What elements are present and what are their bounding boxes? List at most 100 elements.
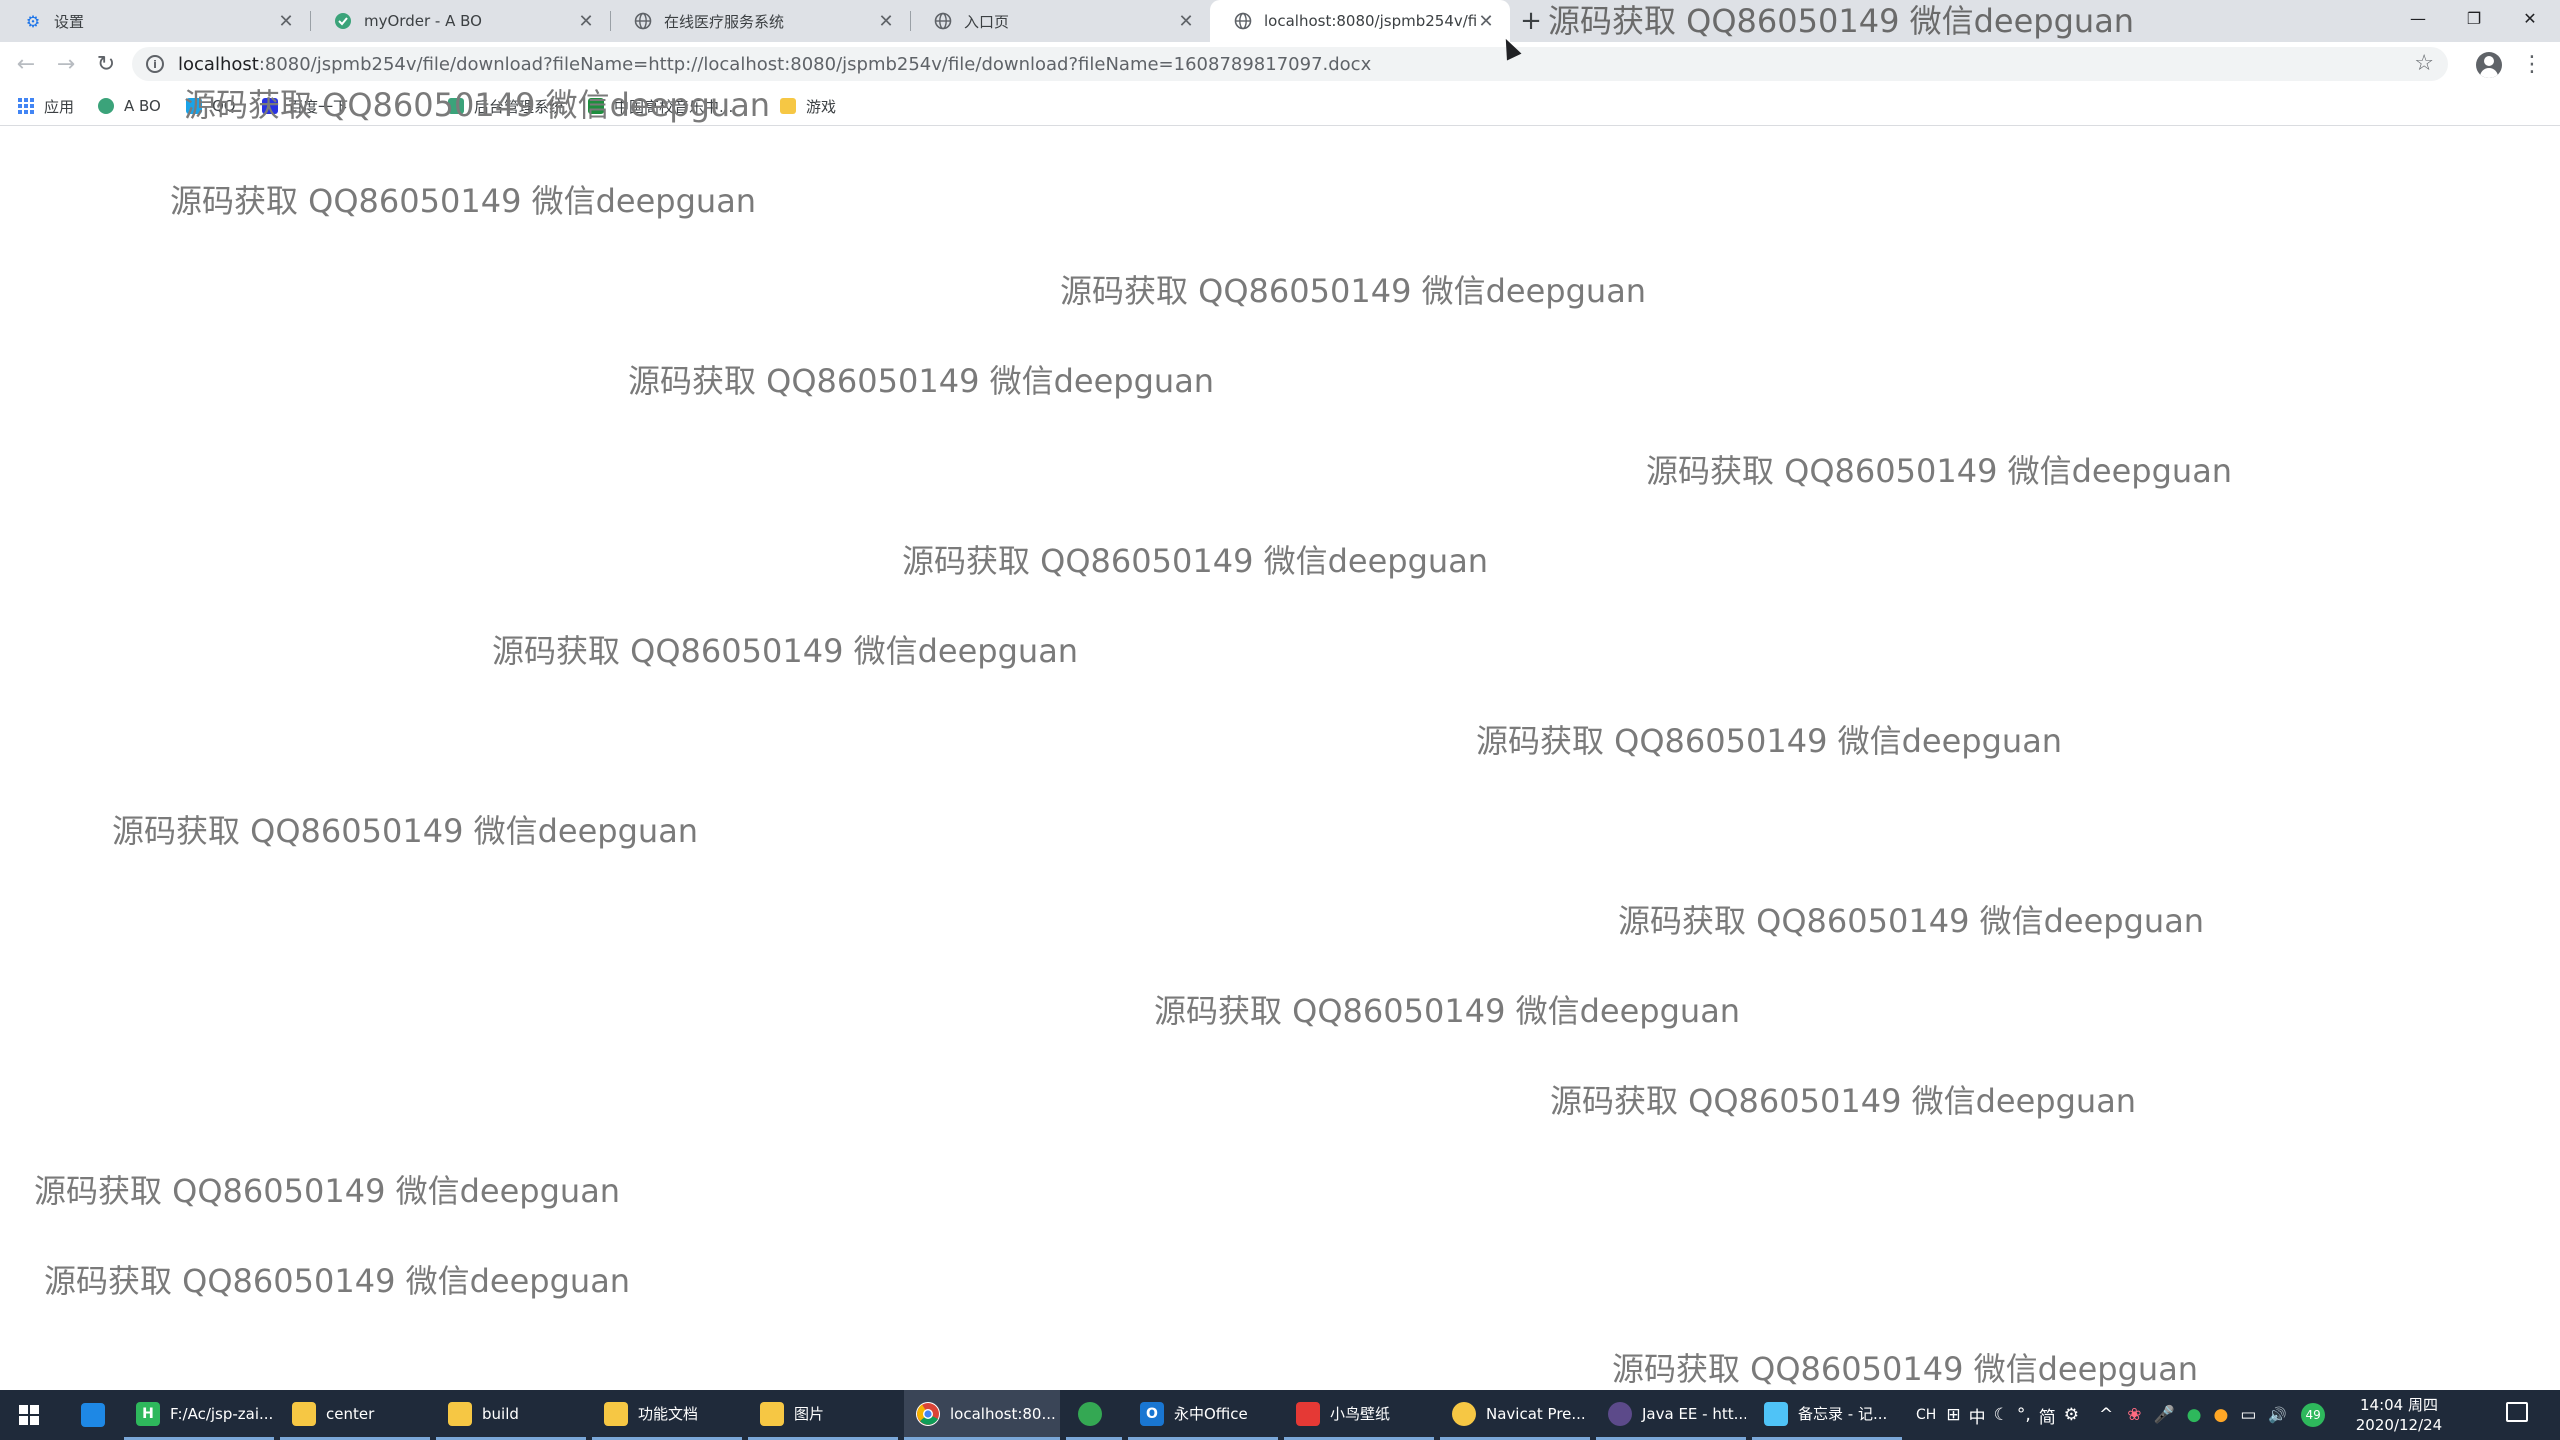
taskbar-label: 小鸟壁纸 (1330, 1405, 1391, 1423)
windows-logo-icon (19, 1405, 39, 1425)
reload-button[interactable]: ↻ (90, 48, 122, 80)
tray-badge[interactable]: 49 (2301, 1403, 2326, 1427)
tray-app-icon[interactable]: ● (2213, 1405, 2228, 1425)
taskbar-item-center[interactable]: center (280, 1390, 430, 1440)
ime-language[interactable]: CH (1916, 1407, 1936, 1423)
bookmark-abo[interactable]: A BO (98, 94, 161, 118)
clock-date: 2020/12/24 (2355, 1416, 2443, 1434)
folder-icon (780, 98, 796, 114)
eclipse-icon (1608, 1401, 1632, 1426)
taskbar-item-build[interactable]: build (436, 1390, 586, 1440)
taskbar-label: build (482, 1404, 519, 1423)
taskbar-label: 功能文档 (638, 1405, 699, 1423)
tab-entry-page[interactable]: 入口页 ✕ (910, 0, 1210, 42)
browser-menu-icon[interactable]: ⋮ (2520, 50, 2544, 78)
close-icon[interactable]: ✕ (1476, 11, 1496, 32)
settings-gear-icon[interactable]: ⚙ (2064, 1405, 2079, 1425)
bookmark-games-folder[interactable]: 游戏 (780, 94, 836, 118)
globe-icon (634, 12, 652, 30)
back-button[interactable]: ← (10, 48, 42, 80)
forward-button[interactable]: → (50, 48, 82, 80)
tray-app-icon[interactable]: ❀ (2127, 1405, 2141, 1425)
network-icon[interactable]: ▭ (2240, 1405, 2256, 1425)
taskbar-item-navicat[interactable]: Navicat Pre... (1440, 1390, 1590, 1440)
taskbar-label: Java EE - htt... (1642, 1404, 1746, 1423)
moon-icon[interactable]: ☾ (1994, 1405, 2009, 1425)
close-icon[interactable]: ✕ (276, 11, 296, 32)
taskbar-clock[interactable]: 14:04 周四 2020/12/24 (2344, 1395, 2454, 1435)
bookmark-star-icon[interactable]: ☆ (2414, 51, 2434, 76)
window-close-button[interactable]: ✕ (2502, 0, 2558, 36)
taskbar-pinned-app[interactable] (68, 1390, 118, 1440)
taskbar-label: 备忘录 - 记... (1798, 1405, 1888, 1423)
tab-medical-system[interactable]: 在线医疗服务系统 ✕ (610, 0, 910, 42)
app-icon (81, 1403, 105, 1427)
close-icon[interactable]: ✕ (576, 11, 596, 32)
watermark-text: 源码获取 QQ86050149 微信deepguan (1154, 992, 1741, 1030)
tab-title: 入口页 (964, 12, 1010, 31)
tab-settings[interactable]: ⚙ 设置 ✕ (0, 0, 310, 42)
taskbar-item-hbuilder[interactable]: H F:/Ac/jsp-zai... (124, 1390, 274, 1440)
taskbar-item-wallpaper[interactable]: 小鸟壁纸 (1284, 1390, 1434, 1440)
taskbar-label: F:/Ac/jsp-zai... (170, 1404, 274, 1423)
windows-taskbar: H F:/Ac/jsp-zai... center build 功能文档 图片 … (0, 1390, 2560, 1440)
watermark-text: 源码获取 QQ86050149 微信deepguan (1550, 1082, 2137, 1120)
app-icon (1078, 1401, 1102, 1426)
maximize-button[interactable]: ❐ (2446, 0, 2502, 36)
watermark-text: 源码获取 QQ86050149 微信deepguan (628, 362, 1215, 400)
ime-symbol[interactable]: 简 (2039, 1403, 2056, 1428)
folder-icon (760, 1401, 784, 1426)
ime-mode[interactable]: 中 (1969, 1403, 1986, 1428)
microphone-icon[interactable]: 🎤 (2153, 1405, 2174, 1425)
taskbar-item-chrome[interactable]: localhost:80... (904, 1390, 1060, 1440)
folder-icon (448, 1401, 472, 1426)
watermark-text: 源码获取 QQ86050149 微信deepguan (1612, 1350, 2199, 1388)
taskbar-label: center (326, 1404, 375, 1423)
chrome-icon (916, 1401, 940, 1426)
watermark-text: 源码获取 QQ86050149 微信deepguan (1618, 902, 2205, 940)
watermark-text: 源码获取 QQ86050149 微信deepguan (1646, 452, 2233, 490)
tab-title: myOrder - A BO (364, 12, 482, 30)
folder-icon (292, 1401, 316, 1426)
taskbar-label: localhost:80... (950, 1404, 1056, 1423)
url-host: localhost (178, 54, 259, 75)
punctuation-icon[interactable]: °, (2017, 1405, 2031, 1425)
address-bar[interactable]: i localhost:8080/jspmb254v/file/download… (132, 47, 2448, 81)
taskbar-label: 永中Office (1174, 1405, 1248, 1423)
folder-icon (604, 1401, 628, 1426)
hbuilder-icon: H (136, 1401, 160, 1426)
ime-grid-icon[interactable]: ⊞ (1946, 1405, 1960, 1425)
taskbar-item-office[interactable]: O 永中Office (1128, 1390, 1278, 1440)
gear-icon: ⚙ (25, 11, 41, 31)
profile-avatar-icon[interactable] (2476, 52, 2502, 78)
bookmark-apps[interactable]: 应用 (18, 94, 74, 118)
tab-myorder[interactable]: myOrder - A BO ✕ (310, 0, 610, 42)
tray-expand-icon[interactable]: ^ (2099, 1405, 2113, 1425)
close-icon[interactable]: ✕ (876, 11, 896, 32)
watermark-text: 源码获取 QQ86050149 微信deepguan (44, 1262, 631, 1300)
tab-title: 设置 (54, 12, 85, 31)
new-tab-button[interactable]: + (1516, 6, 1546, 36)
browser-toolbar: ← → ↻ i localhost:8080/jspmb254v/file/do… (0, 42, 2560, 86)
tab-localhost-active[interactable]: localhost:8080/jspmb254v/file ✕ (1210, 0, 1510, 42)
taskbar-label: Navicat Pre... (1486, 1404, 1586, 1423)
taskbar-item-pictures[interactable]: 图片 (748, 1390, 898, 1440)
taskbar-item-docs[interactable]: 功能文档 (592, 1390, 742, 1440)
system-tray: CH ⊞ 中 ☾ °, 简 ⚙ ^ ❀ 🎤 ● ● ▭ 🔊 49 (1916, 1390, 2326, 1440)
volume-icon[interactable]: 🔊 (2268, 1406, 2287, 1424)
start-button[interactable] (0, 1390, 58, 1440)
notepad-icon (1764, 1401, 1788, 1426)
minimize-button[interactable]: — (2390, 0, 2446, 36)
taskbar-item-app[interactable] (1066, 1390, 1122, 1440)
info-icon[interactable]: i (146, 55, 164, 73)
taskbar-item-eclipse[interactable]: Java EE - htt... (1596, 1390, 1746, 1440)
taskbar-item-notepad[interactable]: 备忘录 - 记... (1752, 1390, 1902, 1440)
taskbar-label: 图片 (794, 1405, 825, 1423)
address-url[interactable]: localhost:8080/jspmb254v/file/download?f… (178, 54, 1371, 75)
notification-center-icon[interactable] (2506, 1402, 2528, 1422)
site-favicon-icon (98, 98, 114, 114)
tab-title: localhost:8080/jspmb254v/file (1264, 12, 1476, 30)
close-icon[interactable]: ✕ (1176, 11, 1196, 32)
apps-grid-icon (18, 98, 34, 114)
wechat-icon[interactable]: ● (2187, 1405, 2202, 1425)
